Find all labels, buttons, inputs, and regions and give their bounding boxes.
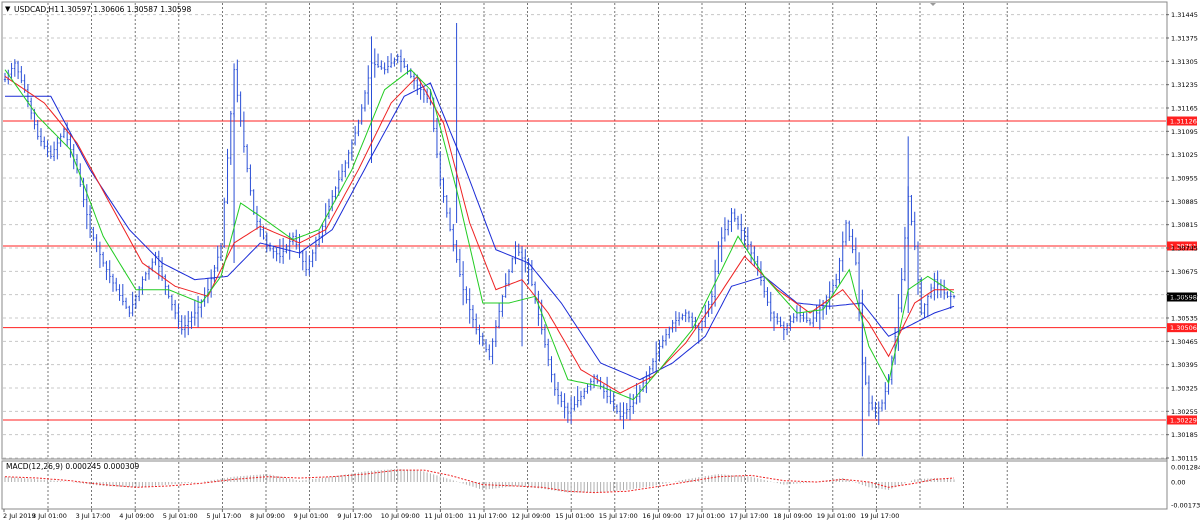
- time-tick-label: 11 Jul 17:00: [468, 512, 507, 520]
- price-tick-label: 1.30115: [1171, 455, 1198, 463]
- time-tick-label: 16 Jul 09:00: [642, 512, 681, 520]
- time-tick-label: 4 Jul 09:00: [119, 512, 154, 520]
- price-tick-label: 1.30255: [1171, 408, 1198, 416]
- time-tick-label: 8 Jul 09:00: [250, 512, 285, 520]
- price-tick-label: 1.30675: [1171, 268, 1198, 276]
- macd-tick-label: 0.00: [1171, 478, 1185, 486]
- price-tick-label: 1.30605: [1171, 291, 1198, 299]
- chart-background: [0, 0, 1200, 523]
- price-tick-label: 1.31095: [1171, 128, 1198, 136]
- time-tick-label: 9 Jul 17:00: [337, 512, 372, 520]
- chart-header: ▼ USDCAD,H1 1.30597 1.30606 1.30587 1.30…: [5, 5, 191, 14]
- time-tick-label: 11 Jul 01:00: [424, 512, 463, 520]
- time-tick-label: 15 Jul 17:00: [599, 512, 638, 520]
- chart-canvas[interactable]: 1.311261.307511.305061.302291.30598 1.31…: [0, 0, 1200, 523]
- price-tick-label: 1.31445: [1171, 11, 1198, 19]
- price-level-tag-label: 1.30506: [1170, 324, 1197, 332]
- price-tick-label: 1.31025: [1171, 151, 1198, 159]
- time-tick-label: 5 Jul 17:00: [206, 512, 241, 520]
- price-tick-label: 1.30185: [1171, 431, 1198, 439]
- price-tick-label: 1.31235: [1171, 81, 1198, 89]
- symbol-label: USDCAD,H1: [14, 5, 59, 14]
- macd-tick-label: 0.001284: [1171, 464, 1200, 472]
- trading-chart-window[interactable]: 1.31126 1.30751 1.30506 1.30229 1.30598 1.31…: [0, 0, 1200, 523]
- price-tick-label: 1.30325: [1171, 385, 1198, 393]
- price-tick-label: 1.30535: [1171, 315, 1198, 323]
- price-tick-label: 1.30815: [1171, 221, 1198, 229]
- price-tick-label: 1.31305: [1171, 58, 1198, 66]
- time-tick-label: 9 Jul 01:00: [294, 512, 329, 520]
- macd-tick-label: -0.001738: [1171, 502, 1200, 510]
- macd-title: MACD(12,26,9) 0.000245 0.000309: [6, 462, 140, 471]
- chart-menu-triangle-icon[interactable]: ▼: [5, 5, 11, 13]
- price-tick-label: 1.30955: [1171, 175, 1198, 183]
- time-tick-label: 17 Jul 17:00: [730, 512, 769, 520]
- price-tick-label: 1.30395: [1171, 361, 1198, 369]
- time-tick-label: 15 Jul 01:00: [555, 512, 594, 520]
- time-tick-label: 3 Jul 17:00: [76, 512, 111, 520]
- price-tick-label: 1.30465: [1171, 338, 1198, 346]
- price-level-tag-label: 1.31126: [1170, 118, 1197, 126]
- time-tick-label: 19 Jul 17:00: [860, 512, 899, 520]
- price-tick-label: 1.31375: [1171, 35, 1198, 43]
- time-tick-label: 17 Jul 01:00: [686, 512, 725, 520]
- time-tick-label: 18 Jul 09:00: [773, 512, 812, 520]
- time-tick-label: 3 Jul 01:00: [32, 512, 67, 520]
- price-tick-label: 1.30745: [1171, 245, 1198, 253]
- time-tick-label: 2 Jul 2019: [3, 512, 36, 520]
- time-tick-label: 12 Jul 09:00: [512, 512, 551, 520]
- ohlc-readout: 1.30597 1.30606 1.30587 1.30598: [60, 5, 191, 14]
- price-tick-label: 1.30885: [1171, 198, 1198, 206]
- time-tick-label: 19 Jul 01:00: [817, 512, 856, 520]
- price-tick-label: 1.31165: [1171, 105, 1198, 113]
- time-tick-label: 5 Jul 01:00: [163, 512, 198, 520]
- price-level-tag-label: 1.30229: [1170, 417, 1197, 425]
- time-tick-label: 10 Jul 09:00: [381, 512, 420, 520]
